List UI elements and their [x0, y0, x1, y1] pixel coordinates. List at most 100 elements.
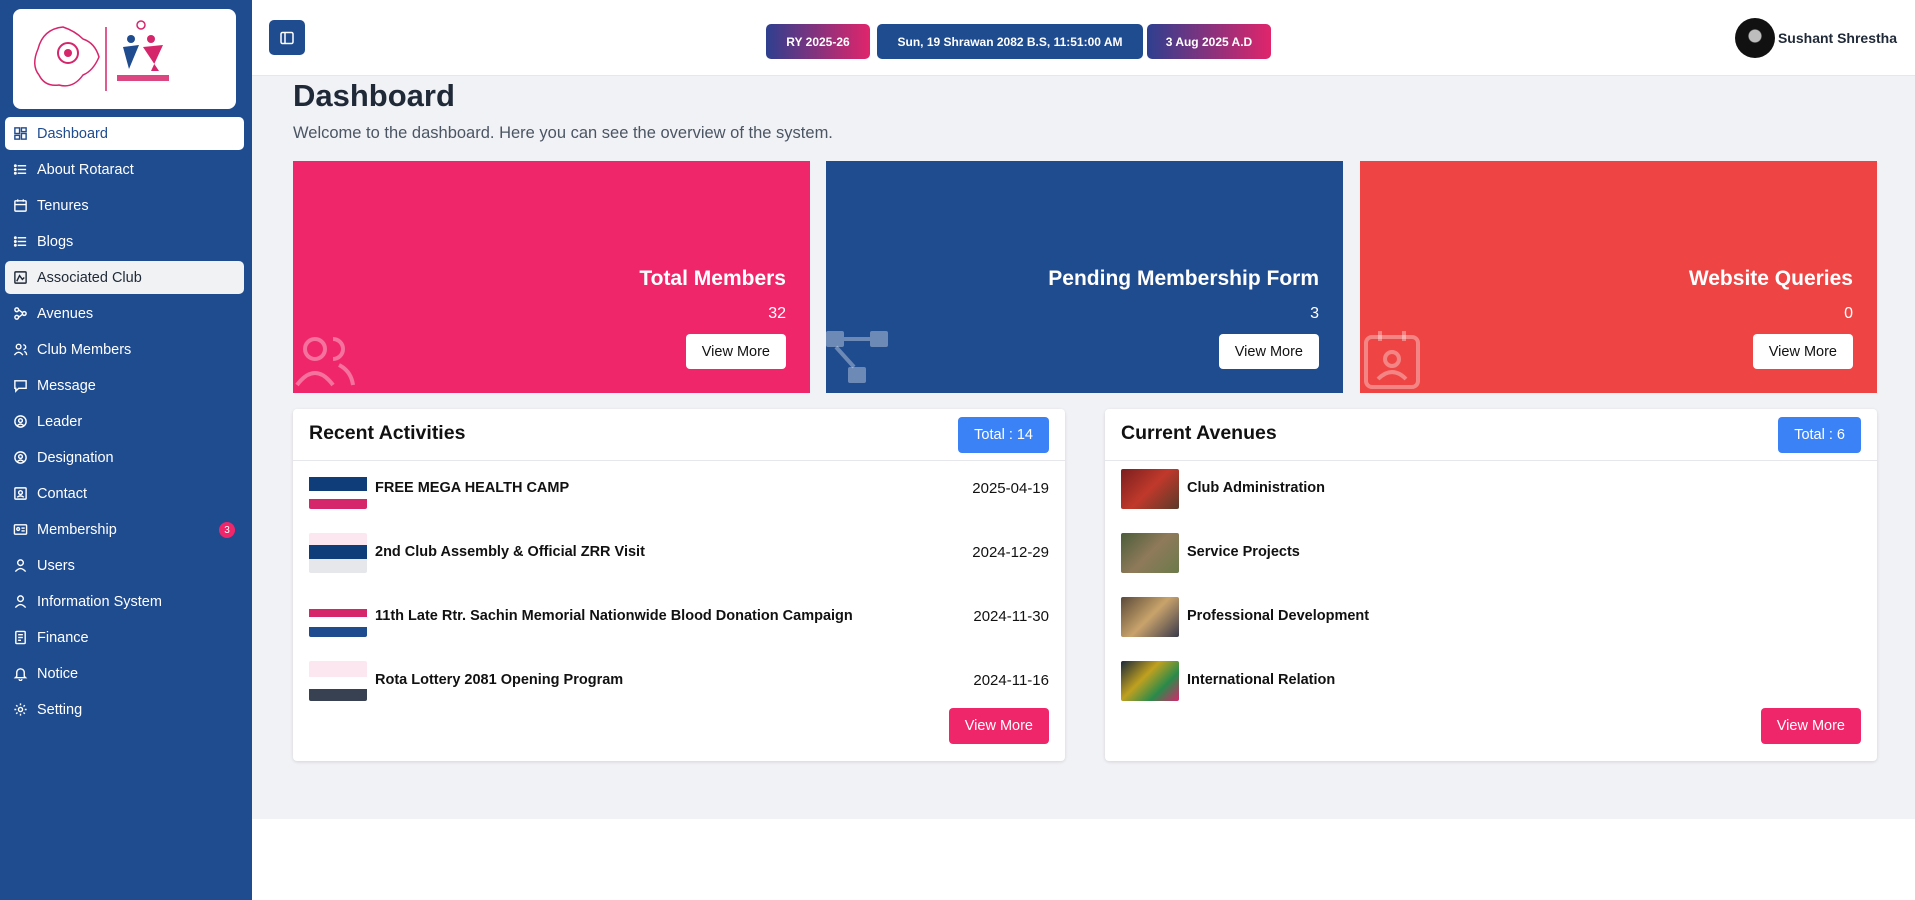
activity-date: 2024-11-30: [973, 608, 1049, 625]
image-icon: [13, 270, 28, 285]
pending-membership-card: Pending Membership Form 3 View More: [826, 161, 1343, 393]
sidebar-item-associated-club[interactable]: Associated Club: [5, 261, 244, 294]
panel-title: Current Avenues: [1121, 422, 1277, 444]
activity-date: 2025-04-19: [972, 480, 1049, 497]
stat-value: 32: [768, 305, 786, 322]
sidebar-item-blogs[interactable]: Blogs: [5, 225, 244, 258]
sidebar-item-label: Users: [37, 557, 75, 574]
sidebar-item-membership[interactable]: Membership 3: [5, 513, 244, 546]
list-item[interactable]: Rota Lottery 2081 Opening Program 2024-1…: [293, 653, 1065, 717]
list-item[interactable]: 2nd Club Assembly & Official ZRR Visit 2…: [293, 525, 1065, 589]
users-icon: [13, 342, 28, 357]
designation-icon: [13, 450, 28, 465]
list-icon: [13, 162, 28, 177]
sidebar-item-message[interactable]: Message: [5, 369, 244, 402]
sidebar-item-label: Notice: [37, 665, 79, 682]
sidebar-toggle-button[interactable]: [269, 20, 305, 55]
stat-label: Total Members: [639, 267, 786, 290]
avenue-title: Service Projects: [1187, 544, 1300, 560]
sidebar-item-label: Dashboard: [37, 125, 108, 142]
activity-thumbnail: [309, 469, 367, 509]
workflow-icon: [826, 331, 888, 383]
sidebar-item-finance[interactable]: Finance: [5, 621, 244, 654]
message-icon: [13, 378, 28, 393]
calendar-icon: [13, 198, 28, 213]
user-menu[interactable]: Sushant Shrestha: [1734, 18, 1897, 58]
finance-icon: [13, 630, 28, 645]
sidebar-item-information-system[interactable]: Information System: [5, 585, 244, 618]
sidebar-item-label: Associated Club: [37, 269, 142, 286]
stat-label: Pending Membership Form: [1048, 267, 1319, 290]
sidebar-item-notice[interactable]: Notice: [5, 657, 244, 690]
sidebar-item-label: Membership: [37, 521, 117, 538]
sidebar-item-tenures[interactable]: Tenures: [5, 189, 244, 222]
total-members-card: Total Members 32 View More: [293, 161, 810, 393]
activity-thumbnail: [309, 597, 367, 637]
contact-card-icon: [1364, 331, 1420, 389]
sidebar-item-label: Club Members: [37, 341, 132, 358]
sidebar-item-label: Contact: [37, 485, 87, 502]
dashboard-icon: [13, 126, 28, 141]
sidebar-item-club-members[interactable]: Club Members: [5, 333, 244, 366]
user-name: Sushant Shrestha: [1777, 30, 1897, 46]
user-icon: [13, 558, 28, 573]
list-item[interactable]: International Relation: [1105, 653, 1877, 717]
sidebar-item-label: Message: [37, 377, 96, 394]
sidebar-item-users[interactable]: Users: [5, 549, 244, 582]
id-card-icon: [13, 522, 28, 537]
membership-count-badge: 3: [219, 522, 235, 538]
sidebar-nav: Dashboard About Rotaract Tenures Blogs A…: [5, 117, 244, 729]
list-item[interactable]: Club Administration: [1105, 461, 1877, 525]
top-bar: RY 2025-26 Sun, 19 Shrawan 2082 B.S, 11:…: [252, 0, 1915, 76]
contact-icon: [13, 486, 28, 501]
activity-thumbnail: [309, 661, 367, 701]
activity-title: 11th Late Rtr. Sachin Memorial Nationwid…: [375, 608, 853, 624]
avenue-thumbnail: [1121, 469, 1179, 509]
club-logo[interactable]: [13, 9, 236, 109]
view-more-button[interactable]: View More: [948, 708, 1049, 744]
list-item[interactable]: FREE MEGA HEALTH CAMP 2025-04-19: [293, 461, 1065, 525]
sidebar-item-label: Leader: [37, 413, 83, 430]
bs-date-chip: Sun, 19 Shrawan 2082 B.S, 11:51:00 AM: [877, 24, 1143, 59]
list-item[interactable]: Professional Development: [1105, 589, 1877, 653]
sidebar-item-about-rotaract[interactable]: About Rotaract: [5, 153, 244, 186]
sidebar-item-contact[interactable]: Contact: [5, 477, 244, 510]
page-subtitle: Welcome to the dashboard. Here you can s…: [293, 124, 833, 142]
leader-icon: [13, 414, 28, 429]
sidebar-item-label: About Rotaract: [37, 161, 134, 178]
activity-title: Rota Lottery 2081 Opening Program: [375, 672, 624, 688]
stat-label: Website Queries: [1688, 267, 1853, 290]
view-more-button[interactable]: View More: [685, 334, 786, 369]
activity-date: 2024-12-29: [972, 544, 1049, 561]
avenue-thumbnail: [1121, 597, 1179, 637]
sidebar-item-avenues[interactable]: Avenues: [5, 297, 244, 330]
total-badge: Total : 14: [958, 417, 1049, 453]
avenue-thumbnail: [1121, 661, 1179, 701]
sidebar-item-dashboard[interactable]: Dashboard: [5, 117, 244, 150]
total-badge: Total : 6: [1778, 417, 1861, 453]
rotary-year-chip: RY 2025-26: [766, 24, 870, 59]
page-title: Dashboard: [293, 78, 455, 113]
view-more-button[interactable]: View More: [1752, 334, 1853, 369]
sidebar-item-setting[interactable]: Setting: [5, 693, 244, 726]
gear-icon: [13, 702, 28, 717]
user-icon: [13, 594, 28, 609]
main-content: Dashboard Welcome to the dashboard. Here…: [252, 76, 1915, 819]
sidebar-item-designation[interactable]: Designation: [5, 441, 244, 474]
sidebar-toggle-icon: [280, 31, 294, 44]
sidebar: Dashboard About Rotaract Tenures Blogs A…: [0, 0, 252, 900]
activity-title: 2nd Club Assembly & Official ZRR Visit: [375, 544, 645, 560]
stat-value: 0: [1844, 305, 1853, 322]
activity-thumbnail: [309, 533, 367, 573]
sidebar-item-leader[interactable]: Leader: [5, 405, 244, 438]
sidebar-item-label: Blogs: [37, 233, 74, 250]
list-item[interactable]: 11th Late Rtr. Sachin Memorial Nationwid…: [293, 589, 1065, 653]
activity-date: 2024-11-16: [973, 672, 1049, 689]
list-item[interactable]: Service Projects: [1105, 525, 1877, 589]
website-queries-card: Website Queries 0 View More: [1360, 161, 1877, 393]
list-icon: [13, 234, 28, 249]
ad-date-chip: 3 Aug 2025 A.D: [1147, 24, 1271, 59]
view-more-button[interactable]: View More: [1218, 334, 1319, 369]
view-more-button[interactable]: View More: [1760, 708, 1861, 744]
bell-icon: [13, 666, 28, 681]
